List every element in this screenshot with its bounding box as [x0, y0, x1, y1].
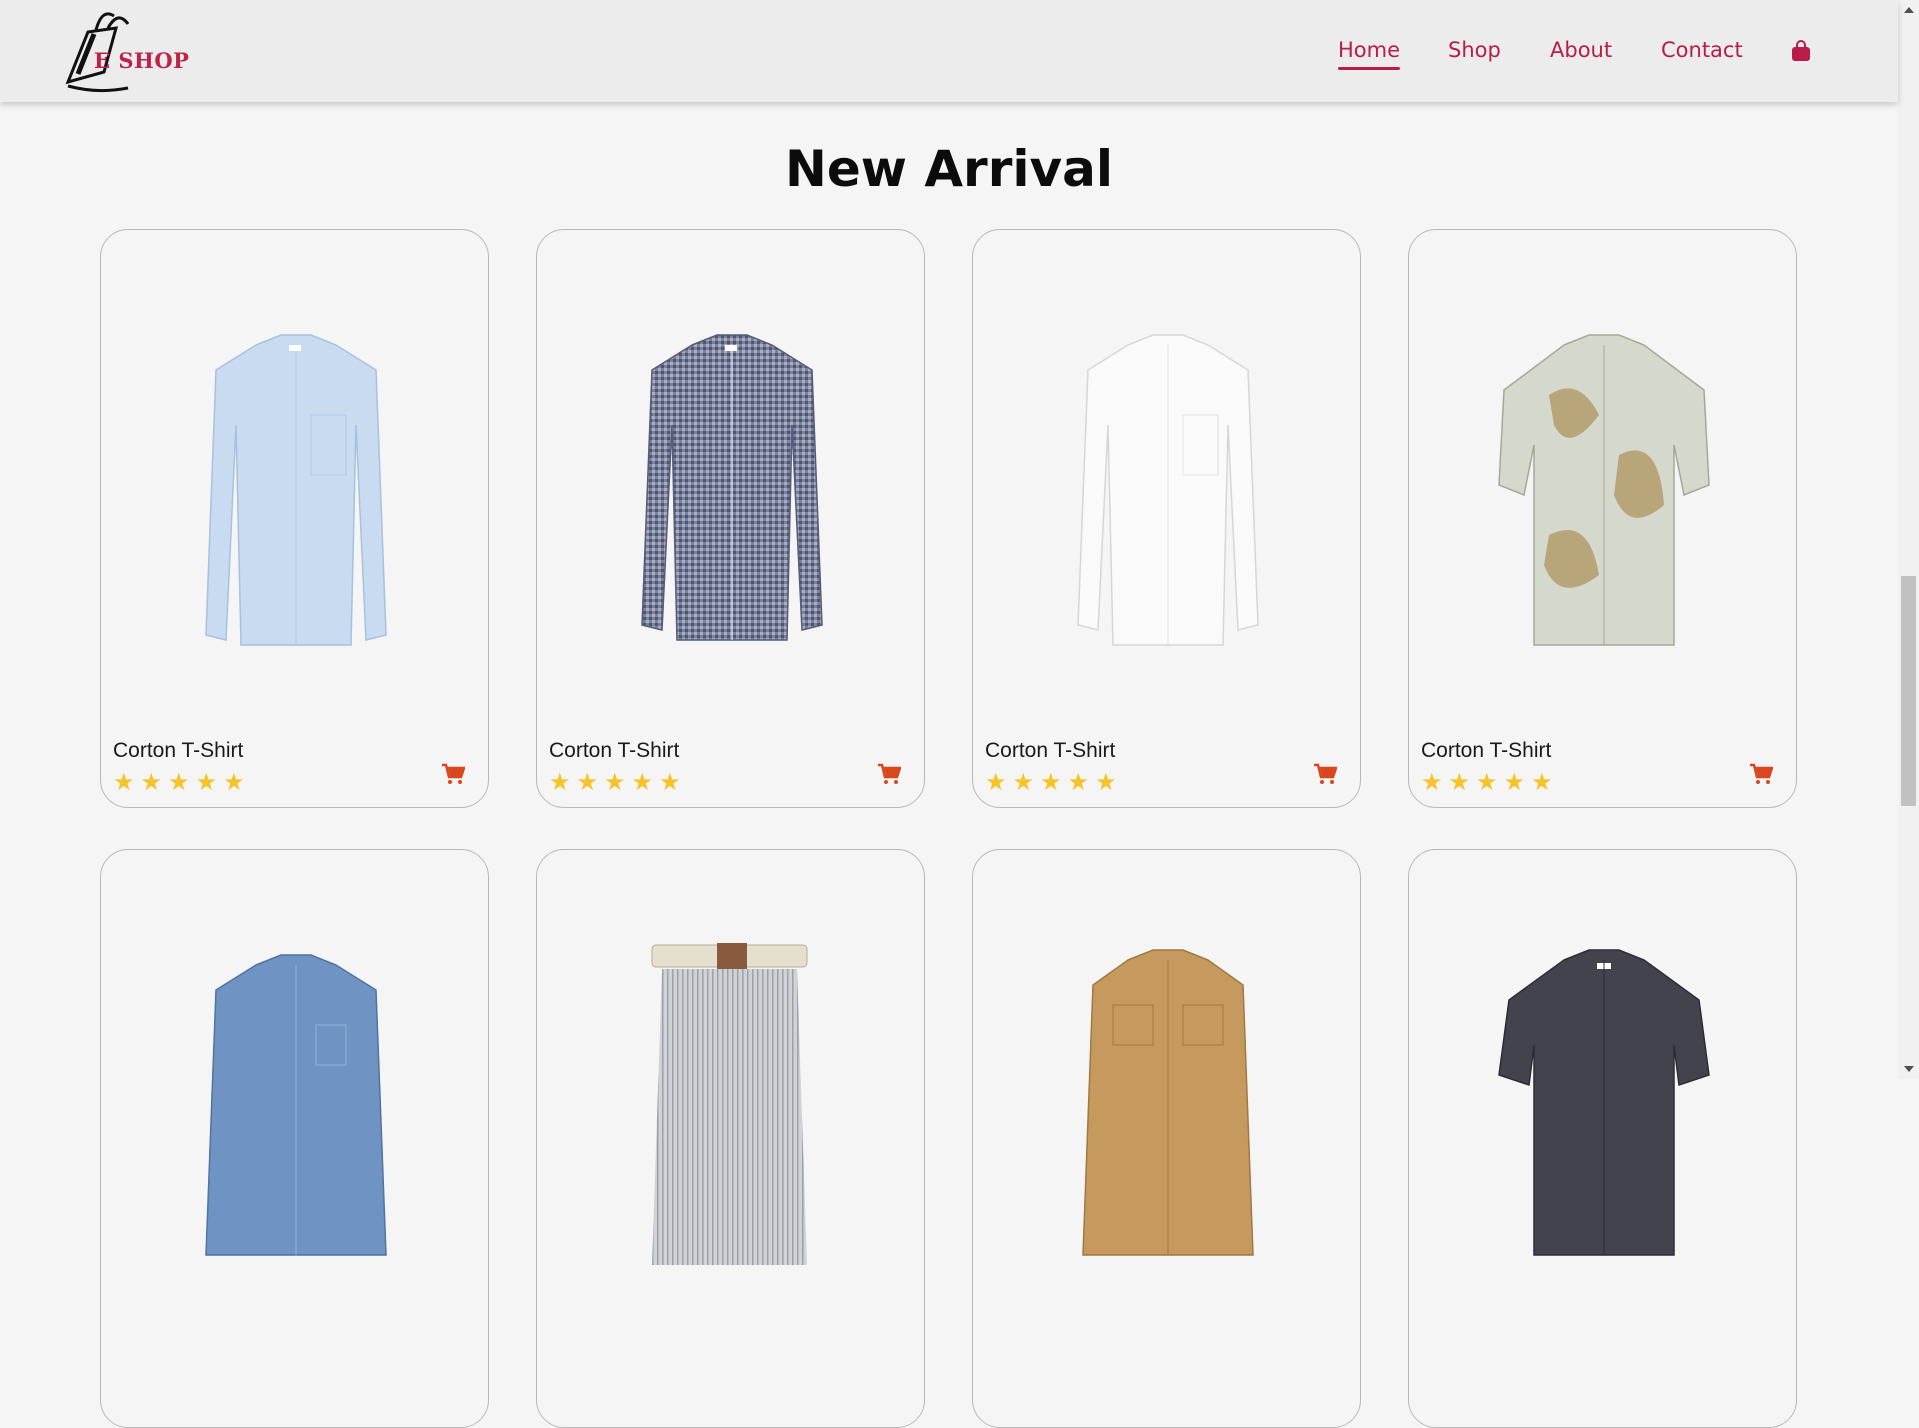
product-card[interactable]	[100, 849, 489, 1428]
star-icon: ★	[1421, 768, 1443, 796]
product-image[interactable]	[1479, 305, 1729, 655]
product-name: Corton T-Shirt	[113, 739, 244, 762]
section-title: New Arrival	[785, 140, 1113, 198]
product-image[interactable]	[171, 305, 421, 655]
site-header: E SHOP Home Shop About Contact	[0, 0, 1898, 102]
star-icon: ★	[1531, 768, 1553, 796]
scroll-down-arrow-icon[interactable]	[1904, 1066, 1914, 1072]
star-icon: ★	[659, 768, 681, 796]
product-image[interactable]	[1043, 305, 1293, 655]
star-icon: ★	[1040, 768, 1062, 796]
star-icon: ★	[140, 768, 163, 796]
star-icon: ★	[1067, 768, 1090, 796]
star-icon: ★	[1476, 768, 1498, 796]
star-icon: ★	[631, 768, 654, 796]
shopping-bag-icon[interactable]	[1791, 40, 1811, 62]
nav-shop[interactable]: Shop	[1448, 38, 1501, 62]
cart-icon[interactable]	[1313, 763, 1337, 785]
nav-home[interactable]: Home	[1338, 38, 1401, 70]
star-icon: ★	[1012, 768, 1035, 796]
logo-text[interactable]: E SHOP	[94, 48, 189, 73]
cart-icon[interactable]	[877, 763, 901, 785]
nav-about[interactable]: About	[1550, 38, 1612, 62]
product-image[interactable]	[1479, 925, 1729, 1275]
rating-stars: ★ ★ ★ ★ ★	[1421, 770, 1553, 794]
product-card[interactable]	[972, 849, 1361, 1428]
product-card[interactable]: Corton T-Shirt ★ ★ ★ ★ ★	[1408, 229, 1797, 808]
scrollbar-thumb[interactable]	[1901, 576, 1916, 806]
product-image[interactable]	[1043, 925, 1293, 1275]
product-card[interactable]	[1408, 849, 1797, 1428]
product-image[interactable]	[607, 925, 857, 1275]
product-name: Corton T-Shirt	[549, 739, 680, 762]
product-image[interactable]	[171, 925, 421, 1275]
star-icon: ★	[1095, 768, 1117, 796]
scroll-up-arrow-icon[interactable]	[1904, 7, 1914, 13]
product-card[interactable]	[536, 849, 925, 1428]
product-image[interactable]	[607, 305, 857, 655]
rating-stars: ★ ★ ★ ★ ★	[113, 770, 245, 794]
product-card[interactable]: Corton T-Shirt ★ ★ ★ ★ ★	[536, 229, 925, 808]
rating-stars: ★ ★ ★ ★ ★	[549, 770, 681, 794]
star-icon: ★	[576, 768, 599, 796]
product-name: Corton T-Shirt	[985, 739, 1116, 762]
star-icon: ★	[604, 768, 626, 796]
rating-stars: ★ ★ ★ ★ ★	[985, 770, 1117, 794]
product-card[interactable]: Corton T-Shirt ★ ★ ★ ★ ★	[972, 229, 1361, 808]
star-icon: ★	[195, 768, 218, 796]
cart-icon[interactable]	[1749, 763, 1773, 785]
star-icon: ★	[549, 768, 571, 796]
product-card[interactable]: Corton T-Shirt ★ ★ ★ ★ ★	[100, 229, 489, 808]
star-icon: ★	[985, 768, 1007, 796]
vertical-scrollbar[interactable]	[1898, 0, 1919, 1079]
star-icon: ★	[1448, 768, 1471, 796]
cart-icon[interactable]	[441, 763, 465, 785]
star-icon: ★	[1503, 768, 1526, 796]
star-icon: ★	[113, 768, 135, 796]
star-icon: ★	[168, 768, 190, 796]
nav-contact[interactable]: Contact	[1661, 38, 1743, 62]
product-name: Corton T-Shirt	[1421, 739, 1552, 762]
star-icon: ★	[223, 768, 245, 796]
